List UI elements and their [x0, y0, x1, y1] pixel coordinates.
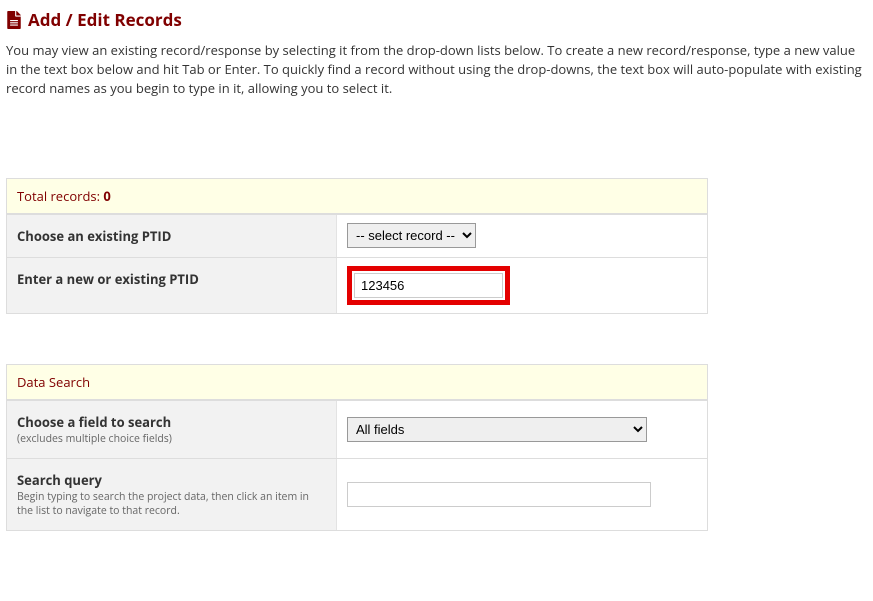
total-records-header: Total records: 0: [7, 179, 707, 214]
search-query-label-cell: Search query Begin typing to search the …: [7, 459, 337, 530]
enter-ptid-input[interactable]: [354, 273, 503, 298]
choose-field-label-cell: Choose a field to search (excludes multi…: [7, 401, 337, 459]
choose-field-sublabel: (excludes multiple choice fields): [17, 433, 326, 447]
search-query-sublabel: Begin typing to search the project data,…: [17, 491, 326, 518]
search-query-input[interactable]: [347, 482, 651, 507]
choose-existing-ptid-select[interactable]: -- select record --: [347, 223, 476, 248]
page-title: Add / Edit Records: [6, 8, 867, 31]
page-title-text: Add / Edit Records: [28, 8, 182, 31]
choose-field-select[interactable]: All fields: [347, 417, 647, 442]
records-panel: Total records: 0 Choose an existing PTID…: [6, 178, 708, 314]
page-description: You may view an existing record/response…: [6, 41, 866, 98]
choose-field-label: Choose a field to search: [17, 413, 171, 431]
data-search-panel: Data Search Choose a field to search (ex…: [6, 364, 708, 532]
choose-existing-ptid-label: Choose an existing PTID: [7, 215, 337, 257]
search-query-label: Search query: [17, 471, 102, 489]
total-records-label: Total records:: [17, 187, 103, 205]
file-icon: [6, 11, 22, 29]
data-search-header: Data Search: [7, 365, 707, 400]
enter-ptid-label: Enter a new or existing PTID: [7, 258, 337, 313]
ptid-input-highlight: [347, 266, 510, 305]
total-records-count: 0: [103, 187, 110, 205]
